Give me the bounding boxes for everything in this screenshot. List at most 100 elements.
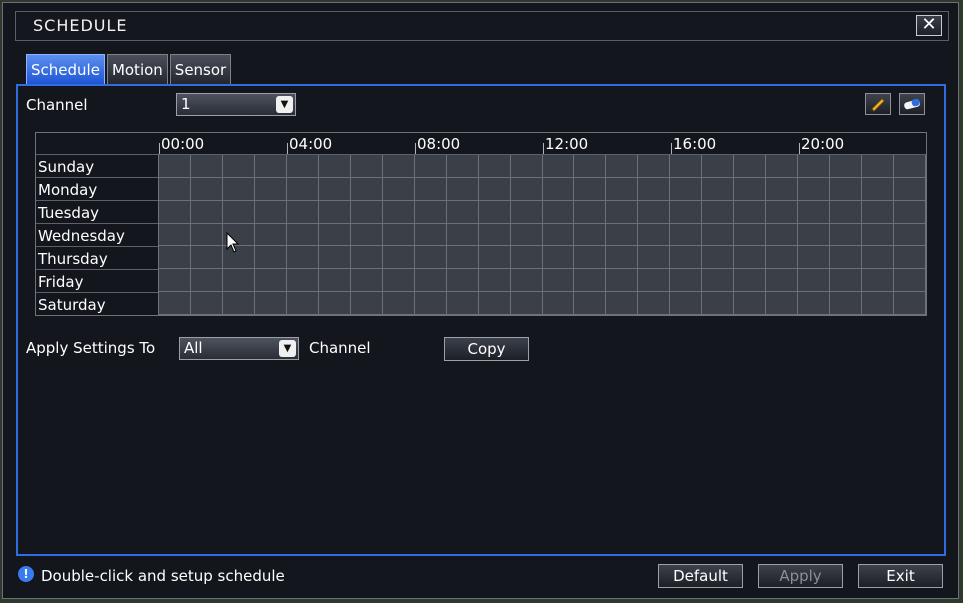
schedule-cell[interactable] — [830, 292, 863, 315]
tab-sensor[interactable]: Sensor — [169, 54, 232, 84]
schedule-cell[interactable] — [190, 200, 223, 224]
schedule-cell[interactable] — [830, 200, 863, 224]
schedule-cell[interactable] — [606, 155, 639, 178]
schedule-cell[interactable] — [766, 292, 799, 315]
schedule-cell[interactable] — [702, 155, 735, 178]
schedule-cell[interactable] — [190, 177, 223, 201]
schedule-cell[interactable] — [542, 200, 575, 224]
schedule-cell[interactable] — [702, 177, 735, 201]
schedule-cell[interactable] — [478, 155, 511, 178]
schedule-cell[interactable] — [350, 292, 383, 315]
tab-motion[interactable]: Motion — [106, 54, 168, 84]
schedule-cell[interactable] — [254, 155, 287, 178]
schedule-cells[interactable] — [159, 155, 926, 315]
schedule-cell[interactable] — [382, 177, 415, 201]
schedule-cell[interactable] — [222, 177, 255, 201]
schedule-cell[interactable] — [254, 269, 287, 293]
schedule-cell[interactable] — [798, 155, 831, 178]
schedule-cell[interactable] — [478, 200, 511, 224]
schedule-cell[interactable] — [798, 292, 831, 315]
schedule-cell[interactable] — [670, 155, 703, 178]
schedule-cell[interactable] — [254, 292, 287, 315]
schedule-cell[interactable] — [574, 246, 607, 270]
schedule-cell[interactable] — [798, 269, 831, 293]
schedule-cell[interactable] — [446, 155, 479, 178]
schedule-cell[interactable] — [574, 200, 607, 224]
schedule-cell[interactable] — [542, 246, 575, 270]
schedule-cell[interactable] — [510, 177, 543, 201]
schedule-cell[interactable] — [606, 200, 639, 224]
schedule-cell[interactable] — [446, 177, 479, 201]
default-button[interactable]: Default — [658, 564, 743, 588]
schedule-cell[interactable] — [190, 246, 223, 270]
schedule-cell[interactable] — [734, 223, 767, 247]
schedule-cell[interactable] — [702, 200, 735, 224]
schedule-cell[interactable] — [382, 200, 415, 224]
schedule-cell[interactable] — [894, 177, 926, 201]
schedule-cell[interactable] — [478, 292, 511, 315]
schedule-cell[interactable] — [702, 223, 735, 247]
schedule-cell[interactable] — [382, 223, 415, 247]
schedule-cell[interactable] — [382, 269, 415, 293]
schedule-cell[interactable] — [478, 223, 511, 247]
apply-settings-select[interactable]: All ▼ — [179, 337, 299, 360]
schedule-cell[interactable] — [606, 246, 639, 270]
schedule-cell[interactable] — [638, 292, 671, 315]
schedule-cell[interactable] — [350, 246, 383, 270]
schedule-cell[interactable] — [766, 246, 799, 270]
schedule-cell[interactable] — [638, 200, 671, 224]
schedule-cell[interactable] — [766, 223, 799, 247]
schedule-cell[interactable] — [574, 292, 607, 315]
schedule-cell[interactable] — [766, 177, 799, 201]
schedule-cell[interactable] — [414, 177, 447, 201]
schedule-cell[interactable] — [254, 246, 287, 270]
schedule-cell[interactable] — [542, 177, 575, 201]
schedule-cell[interactable] — [286, 155, 319, 178]
schedule-cell[interactable] — [190, 292, 223, 315]
schedule-cell[interactable] — [446, 200, 479, 224]
channel-select[interactable]: 1 ▼ — [176, 93, 296, 116]
schedule-cell[interactable] — [414, 246, 447, 270]
schedule-cell[interactable] — [286, 292, 319, 315]
copy-button[interactable]: Copy — [444, 337, 529, 361]
schedule-cell[interactable] — [798, 223, 831, 247]
schedule-cell[interactable] — [510, 155, 543, 178]
schedule-cell[interactable] — [606, 223, 639, 247]
tab-schedule[interactable]: Schedule — [26, 54, 105, 84]
schedule-cell[interactable] — [382, 155, 415, 178]
schedule-cell[interactable] — [670, 177, 703, 201]
schedule-cell[interactable] — [830, 155, 863, 178]
schedule-cell[interactable] — [830, 177, 863, 201]
schedule-cell[interactable] — [734, 292, 767, 315]
schedule-cell[interactable] — [606, 292, 639, 315]
schedule-cell[interactable] — [286, 269, 319, 293]
schedule-cell[interactable] — [159, 269, 191, 293]
schedule-cell[interactable] — [830, 246, 863, 270]
schedule-cell[interactable] — [510, 200, 543, 224]
schedule-cell[interactable] — [159, 177, 191, 201]
schedule-cell[interactable] — [254, 223, 287, 247]
schedule-cell[interactable] — [574, 269, 607, 293]
schedule-cell[interactable] — [318, 269, 351, 293]
schedule-cell[interactable] — [798, 177, 831, 201]
schedule-cell[interactable] — [159, 292, 191, 315]
schedule-cell[interactable] — [318, 155, 351, 178]
schedule-cell[interactable] — [318, 246, 351, 270]
schedule-cell[interactable] — [830, 269, 863, 293]
schedule-cell[interactable] — [798, 246, 831, 270]
schedule-cell[interactable] — [702, 246, 735, 270]
schedule-cell[interactable] — [702, 292, 735, 315]
schedule-cell[interactable] — [542, 269, 575, 293]
schedule-cell[interactable] — [510, 223, 543, 247]
schedule-cell[interactable] — [286, 177, 319, 201]
schedule-cell[interactable] — [574, 155, 607, 178]
schedule-cell[interactable] — [894, 155, 926, 178]
schedule-cell[interactable] — [798, 200, 831, 224]
schedule-cell[interactable] — [862, 223, 895, 247]
schedule-cell[interactable] — [862, 200, 895, 224]
schedule-cell[interactable] — [606, 269, 639, 293]
schedule-cell[interactable] — [414, 223, 447, 247]
schedule-cell[interactable] — [894, 246, 926, 270]
edit-button[interactable] — [865, 93, 891, 115]
schedule-cell[interactable] — [542, 155, 575, 178]
